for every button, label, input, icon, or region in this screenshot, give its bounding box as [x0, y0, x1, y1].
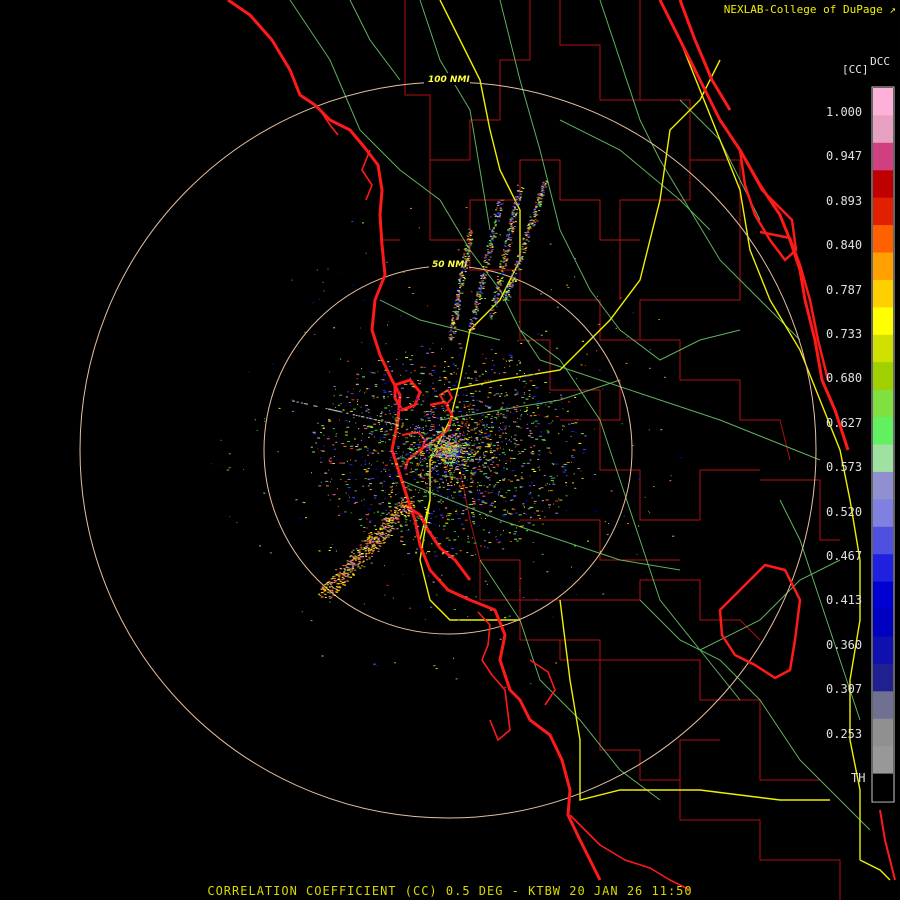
color-band [873, 471, 893, 500]
color-band [873, 225, 893, 254]
color-band [873, 142, 893, 171]
external-link-icon: ↗ [889, 3, 896, 16]
legend-label: 0.467 [826, 549, 863, 563]
ring-label-50: 50 NMI [432, 260, 468, 270]
color-band [873, 609, 893, 637]
legend-label: 0.947 [826, 149, 863, 164]
color-scale-bar [871, 86, 895, 803]
legend-label: TH [851, 771, 866, 785]
color-band [873, 252, 893, 281]
coastline [227, 0, 896, 891]
color-band [873, 170, 893, 199]
legend-label: 0.413 [826, 593, 863, 608]
legend-label: 0.680 [826, 371, 863, 386]
legend-label: 1.000 [826, 105, 863, 119]
color-band [873, 280, 893, 308]
legend-label: 0.573 [826, 460, 863, 475]
legend-labels: 1.000 0.947 0.893 0.840 0.787 0.733 0.680 0.627… [826, 0, 872, 900]
ring-label-100: 100 NMI [428, 75, 470, 85]
product-caption: CORRELATION COEFFICIENT (CC) 0.5 DEG - K… [207, 884, 693, 898]
color-band [873, 115, 893, 144]
color-band [873, 444, 893, 473]
color-band [873, 663, 893, 692]
color-band [873, 362, 893, 391]
legend-label: 0.733 [826, 327, 863, 341]
legend-label: 0.307 [826, 682, 863, 697]
color-band [873, 88, 893, 116]
legend-label: 0.253 [826, 726, 863, 741]
color-band [873, 389, 893, 418]
legend-label: 0.520 [826, 504, 863, 519]
legend-label: 0.893 [826, 193, 863, 208]
radar-echoes [211, 180, 682, 689]
legend-label: 0.787 [826, 282, 863, 297]
legend-label: 0.840 [826, 238, 863, 253]
legend-label: 0.360 [826, 637, 863, 652]
color-band [873, 554, 893, 583]
color-band [873, 691, 893, 720]
road-network [289, 0, 871, 831]
legend-label: 0.627 [826, 415, 863, 430]
color-band [873, 581, 893, 610]
color-band [873, 718, 893, 747]
color-band [873, 499, 893, 528]
color-band [873, 746, 893, 775]
color-band [873, 307, 893, 336]
product-code: DCC [870, 55, 890, 68]
color-band [873, 636, 893, 665]
color-band [873, 417, 893, 446]
radar-map: 100 NMI 50 NMI [79, 0, 896, 900]
color-band [873, 334, 893, 363]
color-band [873, 197, 893, 226]
color-band [873, 526, 893, 555]
